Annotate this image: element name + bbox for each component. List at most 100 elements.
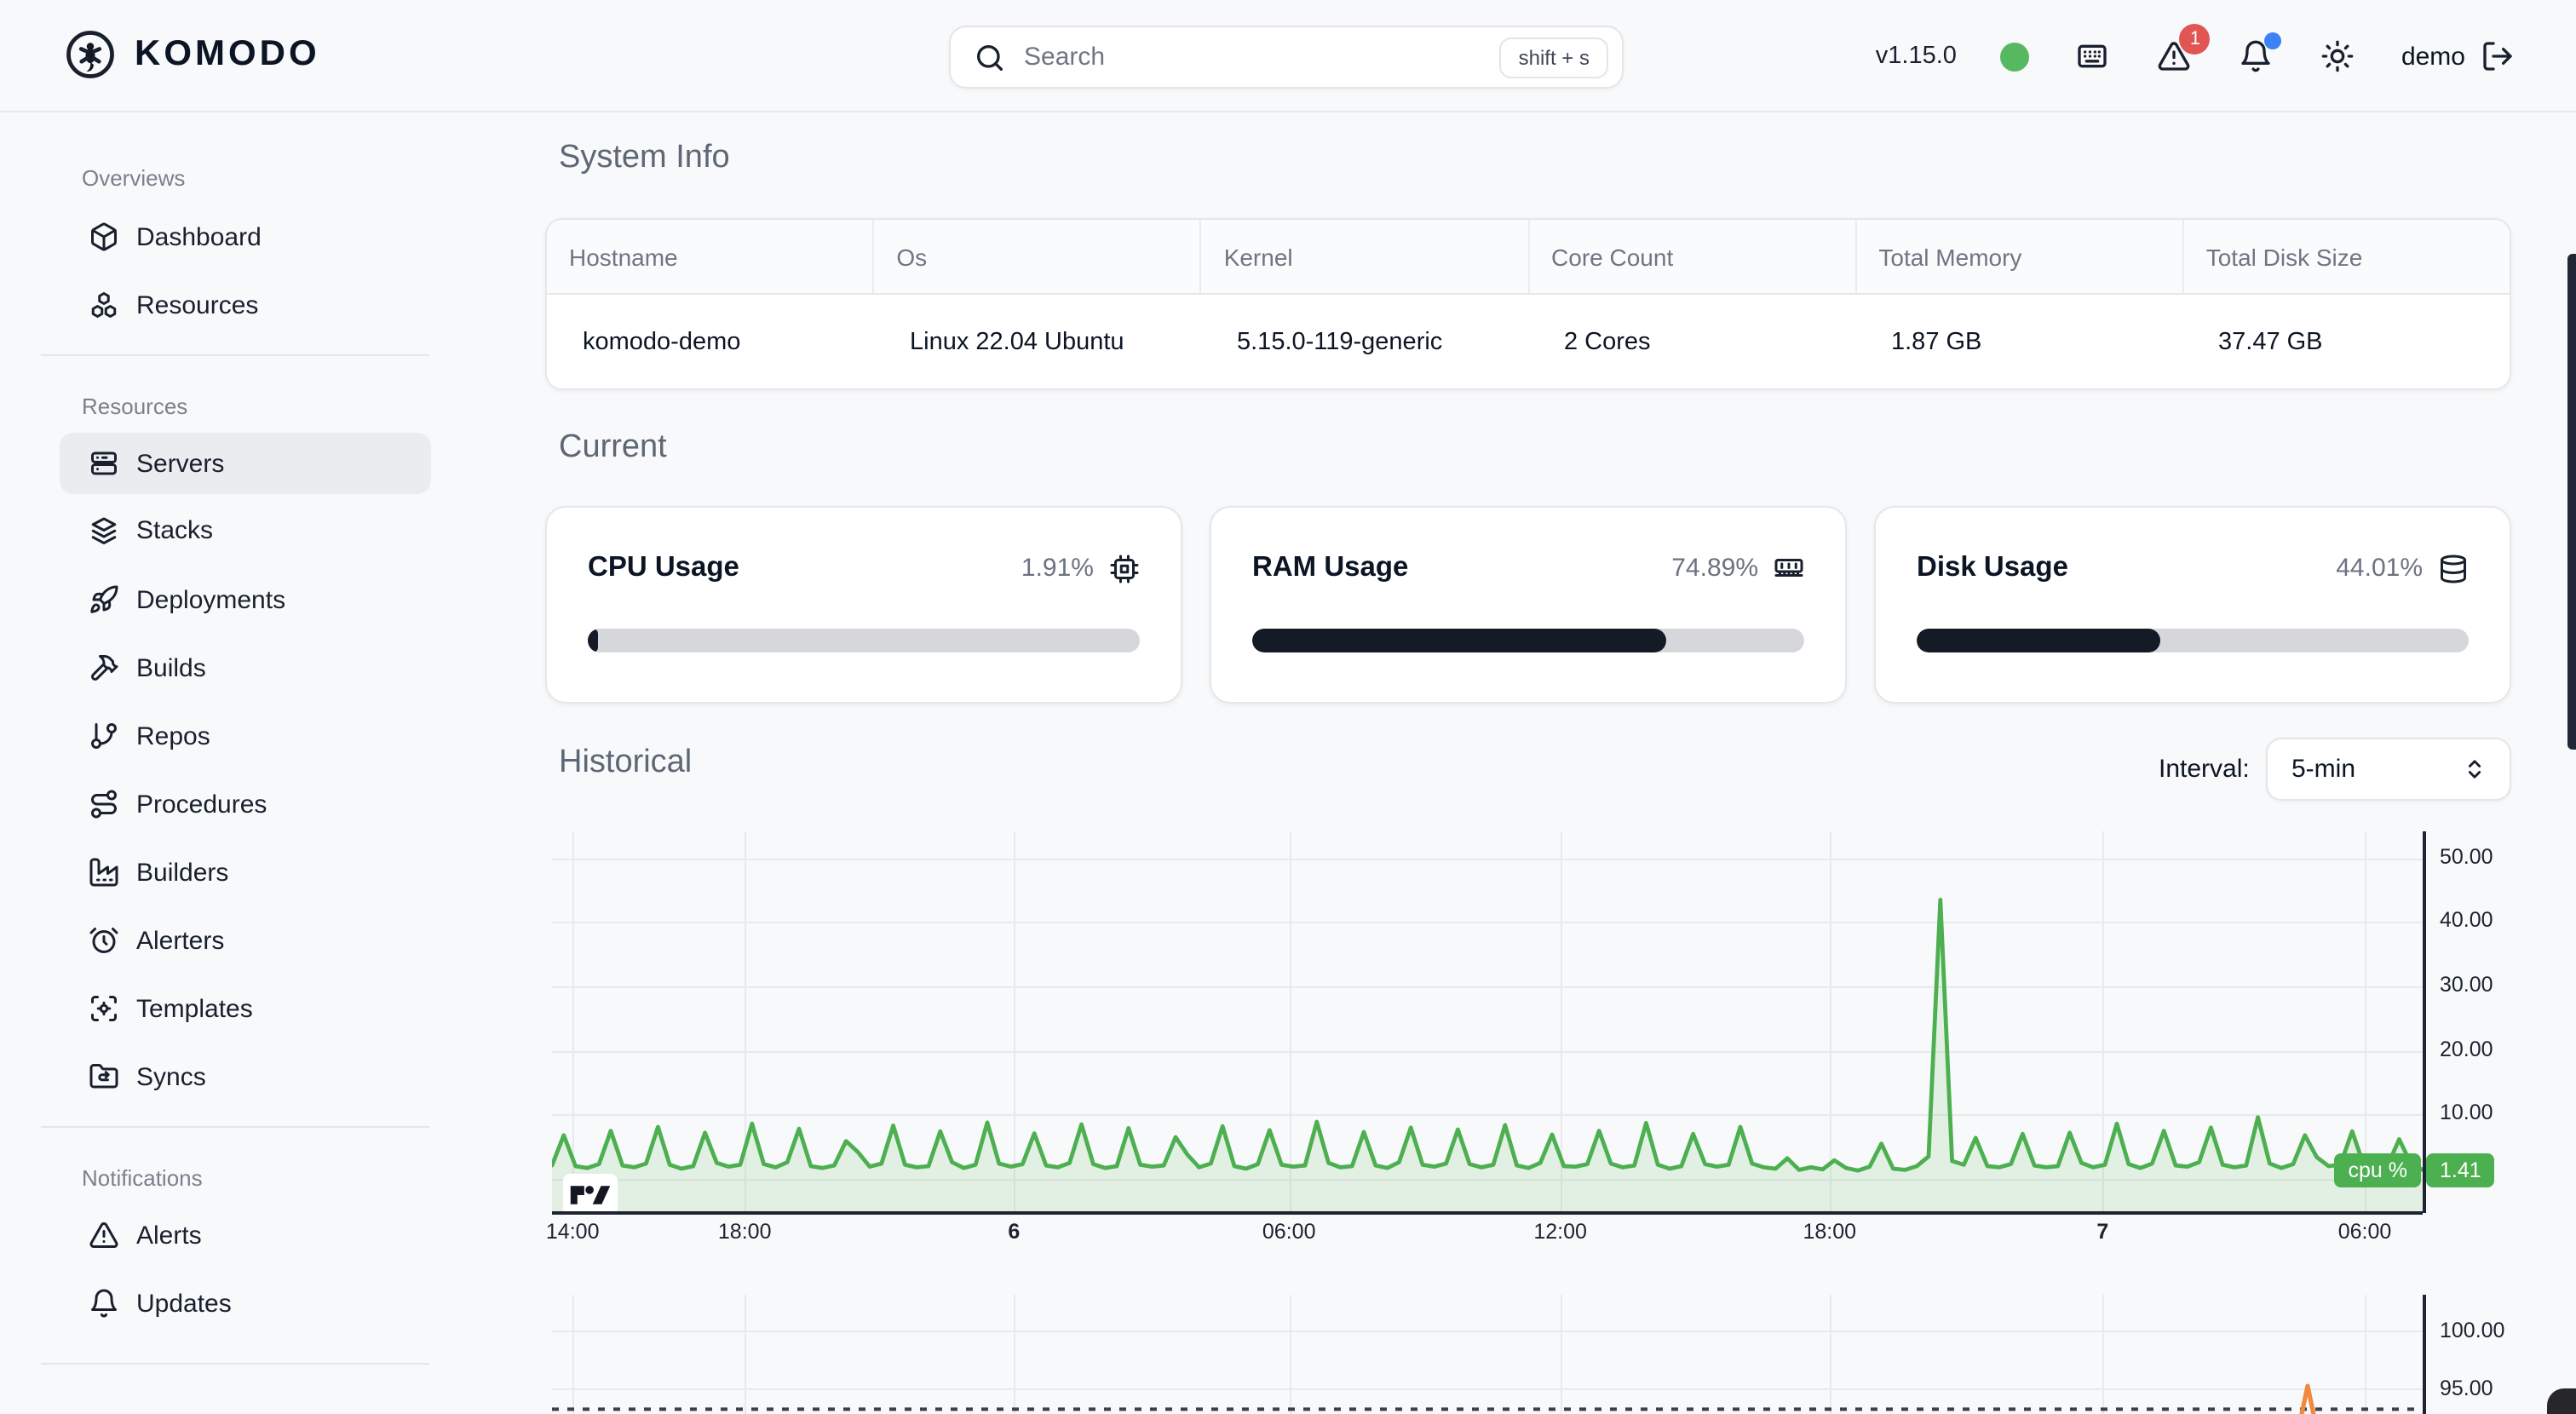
sidebar-item-label: Builders bbox=[136, 858, 228, 887]
table-cell: komodo-demo bbox=[547, 295, 874, 390]
column-header: Os bbox=[874, 220, 1201, 293]
table-cell: 2 Cores bbox=[1528, 295, 1855, 390]
tradingview-logo[interactable] bbox=[562, 1174, 618, 1225]
search-input[interactable] bbox=[1024, 43, 1483, 72]
x-axis-tick-label: 06:00 bbox=[1262, 1220, 1316, 1244]
interval-value: 5-min bbox=[2291, 755, 2355, 784]
page-scrollbar-thumb[interactable] bbox=[2567, 254, 2576, 750]
x-axis-tick-label: 7 bbox=[2096, 1220, 2108, 1244]
brand-name: KOMODO bbox=[135, 34, 320, 75]
alert-count-badge: 1 bbox=[2180, 24, 2211, 55]
top-bar: KOMODO shift + s v1.15.0 1 bbox=[0, 0, 2576, 112]
sidebar-item-builds[interactable]: Builds bbox=[60, 637, 431, 698]
sidebar-item-label: Alerters bbox=[136, 926, 224, 955]
version-label: v1.15.0 bbox=[1876, 43, 1957, 70]
table-cell: Linux 22.04 Ubuntu bbox=[874, 295, 1201, 390]
sidebar-item-label: Updates bbox=[136, 1289, 232, 1318]
sidebar-item-updates[interactable]: Updates bbox=[60, 1273, 431, 1334]
sidebar-item-alerters[interactable]: Alerters bbox=[60, 910, 431, 971]
database-icon bbox=[2438, 553, 2469, 583]
sidebar-item-label: Syncs bbox=[136, 1062, 206, 1091]
y-axis-tick-label: 100.00 bbox=[2440, 1319, 2504, 1342]
card-value: 1.91% bbox=[1021, 554, 1094, 583]
sidebar-item-servers[interactable]: Servers bbox=[60, 433, 431, 494]
sidebar-section-label: Resources bbox=[82, 394, 187, 419]
system-info-heading: System Info bbox=[559, 140, 730, 177]
x-axis-tick-label: 06:00 bbox=[2338, 1220, 2392, 1244]
sidebar-item-label: Deployments bbox=[136, 585, 285, 614]
y-axis-tick-label: 30.00 bbox=[2440, 973, 2493, 997]
sidebar-divider bbox=[41, 1363, 429, 1365]
sidebar-item-repos[interactable]: Repos bbox=[60, 705, 431, 767]
updates-button[interactable] bbox=[2238, 37, 2275, 75]
user-menu[interactable]: demo bbox=[2401, 39, 2515, 73]
historical-heading: Historical bbox=[559, 744, 692, 782]
table-cell: 1.87 GB bbox=[1855, 295, 2182, 390]
komodo-app: KOMODO shift + s v1.15.0 1 bbox=[0, 0, 2576, 1414]
system-info-table[interactable]: HostnameOsKernelCore CountTotal MemoryTo… bbox=[545, 218, 2511, 390]
theme-toggle-button[interactable] bbox=[2320, 37, 2357, 75]
sidebar-item-label: Servers bbox=[136, 449, 224, 478]
card-title: RAM Usage bbox=[1252, 552, 1408, 584]
sidebar-item-alerts[interactable]: Alerts bbox=[60, 1204, 431, 1266]
usage-progress-bar bbox=[588, 629, 1140, 652]
package-icon bbox=[89, 221, 119, 252]
current-value-badge: 1.41 bbox=[2426, 1152, 2495, 1187]
sidebar-section-label: Overviews bbox=[82, 165, 185, 191]
sidebar-item-label: Dashboard bbox=[136, 222, 262, 251]
sun-icon bbox=[2321, 39, 2355, 73]
disk-usage-card[interactable]: Disk Usage44.01% bbox=[1874, 506, 2511, 704]
sidebar-divider bbox=[41, 1126, 429, 1128]
usage-progress-bar bbox=[1917, 629, 2469, 652]
core-status-dot[interactable] bbox=[2001, 42, 2030, 71]
alerts-button[interactable]: 1 bbox=[2156, 37, 2194, 75]
hammer-icon bbox=[89, 652, 119, 683]
keyboard-shortcuts-button[interactable] bbox=[2074, 37, 2112, 75]
interval-select[interactable]: 5-min bbox=[2266, 738, 2511, 801]
cpu-icon bbox=[1109, 553, 1140, 583]
server-icon bbox=[89, 448, 119, 479]
cpu-usage-card[interactable]: CPU Usage1.91% bbox=[545, 506, 1182, 704]
komodo-logo-icon bbox=[65, 29, 116, 80]
sidebar-item-syncs[interactable]: Syncs bbox=[60, 1046, 431, 1107]
column-header: Total Disk Size bbox=[2184, 220, 2510, 293]
x-axis-tick-label: 18:00 bbox=[718, 1220, 772, 1244]
table-cell: 5.15.0-119-generic bbox=[1201, 295, 1528, 390]
ram-usage-card[interactable]: RAM Usage74.89% bbox=[1210, 506, 1847, 704]
x-axis-tick-label: 12:00 bbox=[1533, 1220, 1587, 1244]
column-header: Core Count bbox=[1529, 220, 1856, 293]
y-axis-tick-label: 20.00 bbox=[2440, 1037, 2493, 1060]
memory-icon bbox=[1774, 553, 1804, 583]
floating-corner-button[interactable] bbox=[2547, 1388, 2576, 1414]
sidebar-item-resources[interactable]: Resources bbox=[60, 274, 431, 336]
sidebar-item-templates[interactable]: Templates bbox=[60, 978, 431, 1039]
brand[interactable]: KOMODO bbox=[65, 29, 320, 80]
updates-indicator-dot bbox=[2265, 32, 2282, 49]
sidebar-item-stacks[interactable]: Stacks bbox=[60, 500, 431, 561]
sidebar-section-label: Notifications bbox=[82, 1165, 203, 1191]
header-actions: v1.15.0 1 demo bbox=[1876, 0, 2515, 112]
alarm-clock-icon bbox=[89, 925, 119, 956]
sidebar-item-procedures[interactable]: Procedures bbox=[60, 773, 431, 835]
triangle-alert-icon bbox=[89, 1220, 119, 1250]
sidebar-divider bbox=[41, 354, 429, 356]
rocket-icon bbox=[89, 584, 119, 615]
sidebar-item-settings[interactable]: Settings bbox=[60, 1409, 431, 1414]
search-box[interactable]: shift + s bbox=[949, 26, 1624, 89]
y-axis-tick-label: 50.00 bbox=[2440, 844, 2493, 868]
sidebar-item-label: Alerts bbox=[136, 1221, 202, 1250]
card-title: Disk Usage bbox=[1917, 552, 2068, 584]
boxes-icon bbox=[89, 290, 119, 320]
sidebar-item-deployments[interactable]: Deployments bbox=[60, 569, 431, 630]
column-header: Hostname bbox=[547, 220, 874, 293]
username-label: demo bbox=[2401, 42, 2465, 71]
current-heading: Current bbox=[559, 429, 667, 467]
sidebar-item-label: Templates bbox=[136, 994, 253, 1023]
folder-sync-icon bbox=[89, 1061, 119, 1092]
table-row[interactable]: komodo-demoLinux 22.04 Ubuntu5.15.0-119-… bbox=[547, 295, 2510, 390]
table-cell: 37.47 GB bbox=[2182, 295, 2510, 390]
search-shortcut-hint: shift + s bbox=[1500, 37, 1608, 78]
sidebar-item-dashboard[interactable]: Dashboard bbox=[60, 206, 431, 267]
usage-cards: CPU Usage1.91%RAM Usage74.89%Disk Usage4… bbox=[545, 506, 2511, 704]
sidebar-item-builders[interactable]: Builders bbox=[60, 842, 431, 903]
